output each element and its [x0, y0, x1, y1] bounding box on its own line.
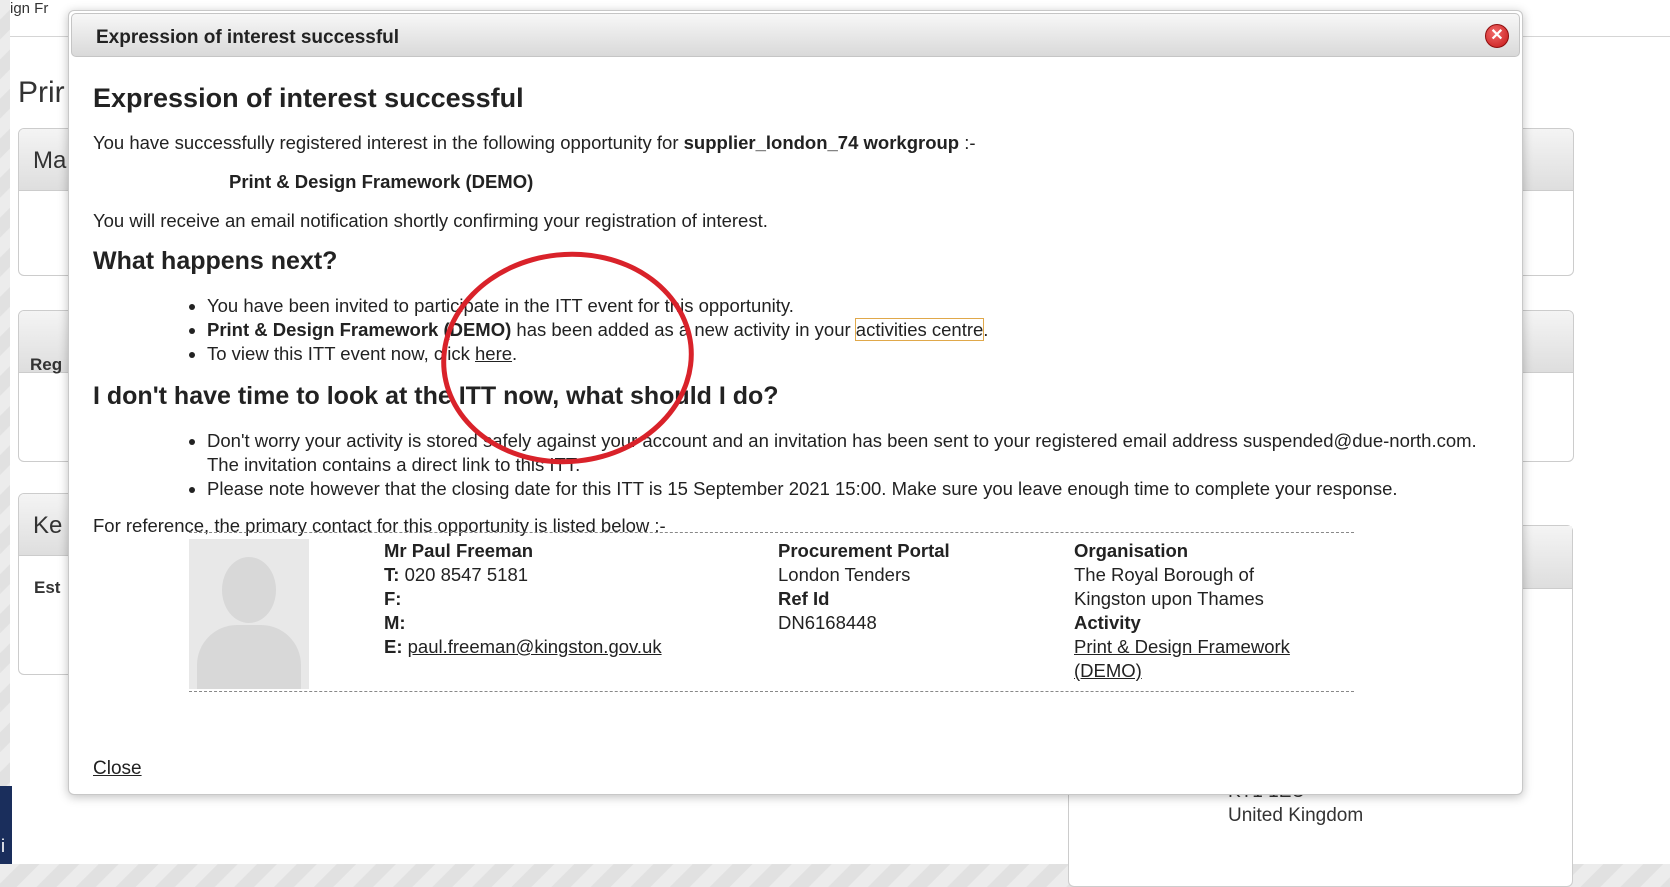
activity-link[interactable]: Print & Design Framework (DEMO) [1074, 635, 1290, 683]
view-prefix: To view this ITT event now, click [207, 343, 470, 364]
organisation-label: Organisation [1074, 540, 1189, 561]
what-happens-next-heading: What happens next? [93, 247, 338, 275]
address-country: United Kingdom [1228, 805, 1364, 826]
list-item: You have been invited to participate in … [207, 294, 1492, 318]
list-item: Print & Design Framework (DEMO) has been… [207, 318, 1492, 342]
registered-suffix: :- [964, 132, 976, 153]
dialog-content: Expression of interest successful You ha… [93, 63, 1492, 537]
organisation-line-1: The Royal Borough of [1074, 564, 1254, 585]
phone-value: 020 8547 5181 [404, 564, 529, 585]
activity-label: Activity [1074, 612, 1141, 633]
phone-label: T: [384, 564, 400, 585]
bluebar-text: i [1, 836, 5, 856]
close-icon[interactable]: ✕ [1485, 24, 1509, 48]
next-steps-list: You have been invited to participate in … [93, 294, 1492, 366]
ref-id-value: DN6168448 [778, 612, 877, 633]
activity-link-line-2[interactable]: (DEMO) [1074, 660, 1142, 681]
ref-id-label: Ref Id [778, 588, 830, 609]
avatar [189, 539, 309, 689]
no-time-list: Don't worry your activity is stored safe… [93, 429, 1492, 501]
list-item: To view this ITT event now, click here. [207, 342, 1492, 366]
dialog-title: Expression of interest successful [96, 27, 400, 48]
background-blue-bar: i [0, 786, 12, 864]
page-title: Prir [18, 76, 65, 109]
workgroup-name: supplier_london_74 workgroup [683, 132, 960, 153]
contact-email-link[interactable]: paul.freeman@kingston.gov.uk [408, 636, 662, 657]
close-link[interactable]: Close [93, 758, 142, 780]
fax-label: F: [384, 588, 402, 609]
no-time-heading: I don't have time to look at the ITT now… [93, 382, 779, 410]
here-link[interactable]: here [475, 343, 512, 364]
contact-card: Mr Paul Freeman T: 020 8547 5181 F: M: E… [189, 532, 1354, 692]
list-item: Don't worry your activity is stored safe… [207, 429, 1492, 477]
invited-text: You have been invited to participate in … [207, 295, 794, 316]
dialog-heading: Expression of interest successful [93, 83, 524, 113]
mobile-label: M: [384, 612, 406, 633]
activities-centre-link[interactable]: activities centre [854, 318, 985, 341]
period: . [512, 343, 518, 364]
email-notice: You will receive an email notification s… [93, 210, 768, 231]
breadcrumb: ign Fr [10, 0, 49, 17]
opportunity-name: Print & Design Framework (DEMO) [229, 171, 534, 192]
portal-value: London Tenders [778, 564, 911, 585]
activity-link-line-1[interactable]: Print & Design Framework [1074, 636, 1290, 657]
expression-of-interest-dialog: Expression of interest successful ✕ Expr… [68, 10, 1523, 795]
list-item: Please note however that the closing dat… [207, 477, 1492, 501]
activity-name: Print & Design Framework (DEMO) [207, 319, 512, 340]
registered-text: You have successfully registered interes… [93, 132, 1492, 154]
contact-details: Mr Paul Freeman T: 020 8547 5181 F: M: E… [384, 539, 662, 659]
added-text: has been added as a new activity in your [516, 319, 851, 340]
organisation-details: Organisation The Royal Borough of Kingst… [1074, 539, 1290, 683]
portal-label: Procurement Portal [778, 540, 950, 561]
dialog-titlebar: Expression of interest successful ✕ [71, 13, 1520, 57]
organisation-line-2: Kingston upon Thames [1074, 588, 1264, 609]
portal-details: Procurement Portal London Tenders Ref Id… [778, 539, 950, 635]
registered-prefix: You have successfully registered interes… [93, 132, 679, 153]
email-label: E: [384, 636, 403, 657]
label-est: Est [34, 578, 61, 597]
period: . [983, 319, 989, 340]
contact-name: Mr Paul Freeman [384, 540, 534, 561]
label-reg: Reg [30, 355, 63, 374]
